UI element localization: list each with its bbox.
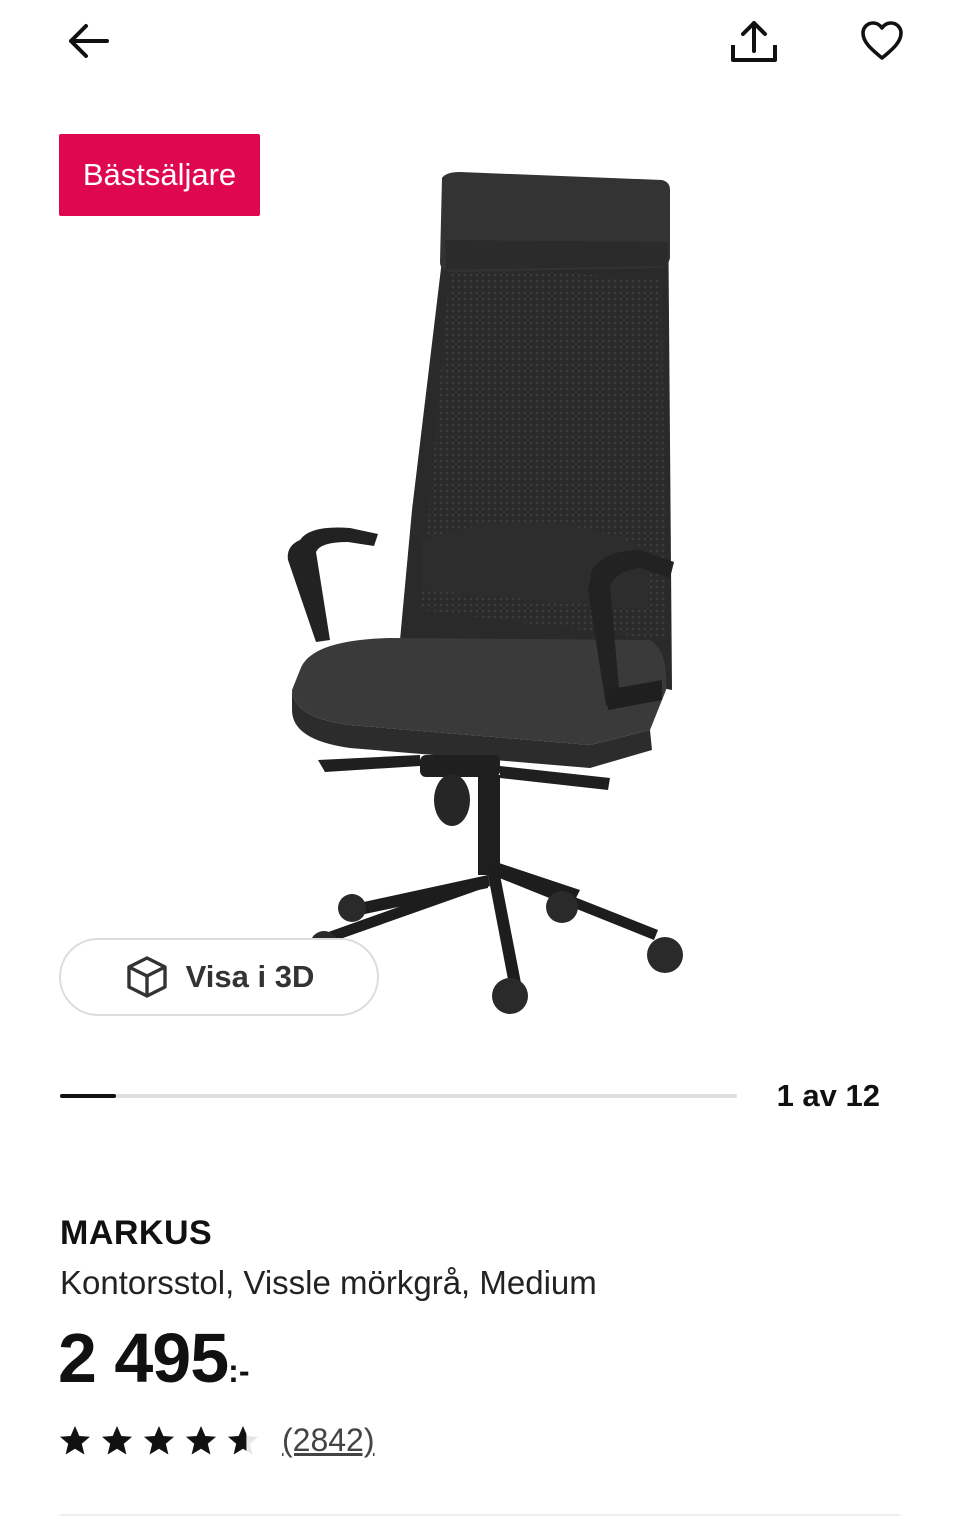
gallery-progress-fill bbox=[60, 1094, 117, 1098]
cube-icon bbox=[126, 956, 167, 998]
back-button[interactable] bbox=[60, 16, 116, 66]
product-price: 2 495 :- bbox=[58, 1318, 249, 1398]
section-divider bbox=[60, 1514, 900, 1516]
product-rating[interactable]: (2842) bbox=[58, 1422, 375, 1459]
heart-outline-icon bbox=[861, 21, 903, 60]
rating-stars bbox=[58, 1424, 260, 1458]
star-icon bbox=[186, 1425, 216, 1454]
price-amount: 2 495 bbox=[58, 1319, 229, 1397]
star-icon bbox=[102, 1425, 132, 1454]
product-description: Kontorsstol, Vissle mörkgrå, Medium bbox=[60, 1264, 597, 1301]
view-in-3d-label: Visa i 3D bbox=[185, 959, 315, 994]
share-button[interactable] bbox=[724, 12, 784, 70]
bestseller-badge-label: Bästsäljare bbox=[82, 157, 237, 192]
share-upload-icon bbox=[731, 21, 777, 62]
star-icon bbox=[60, 1425, 90, 1454]
bestseller-badge: Bästsäljare bbox=[59, 134, 260, 216]
arrow-left-icon bbox=[69, 24, 109, 58]
office-chair-image bbox=[287, 172, 683, 1014]
gallery-progress-bar bbox=[60, 1094, 737, 1098]
product-image[interactable] bbox=[270, 170, 690, 1020]
star-icon bbox=[228, 1425, 258, 1454]
star-icon bbox=[144, 1425, 174, 1454]
review-count-link[interactable]: (2842) bbox=[282, 1422, 375, 1459]
gallery-page-counter: 1 av 12 bbox=[776, 1078, 880, 1113]
favorite-button[interactable] bbox=[852, 12, 912, 70]
view-in-3d-button[interactable]: Visa i 3D bbox=[59, 938, 379, 1016]
price-suffix: :- bbox=[228, 1353, 250, 1389]
product-name: MARKUS bbox=[60, 1214, 213, 1252]
